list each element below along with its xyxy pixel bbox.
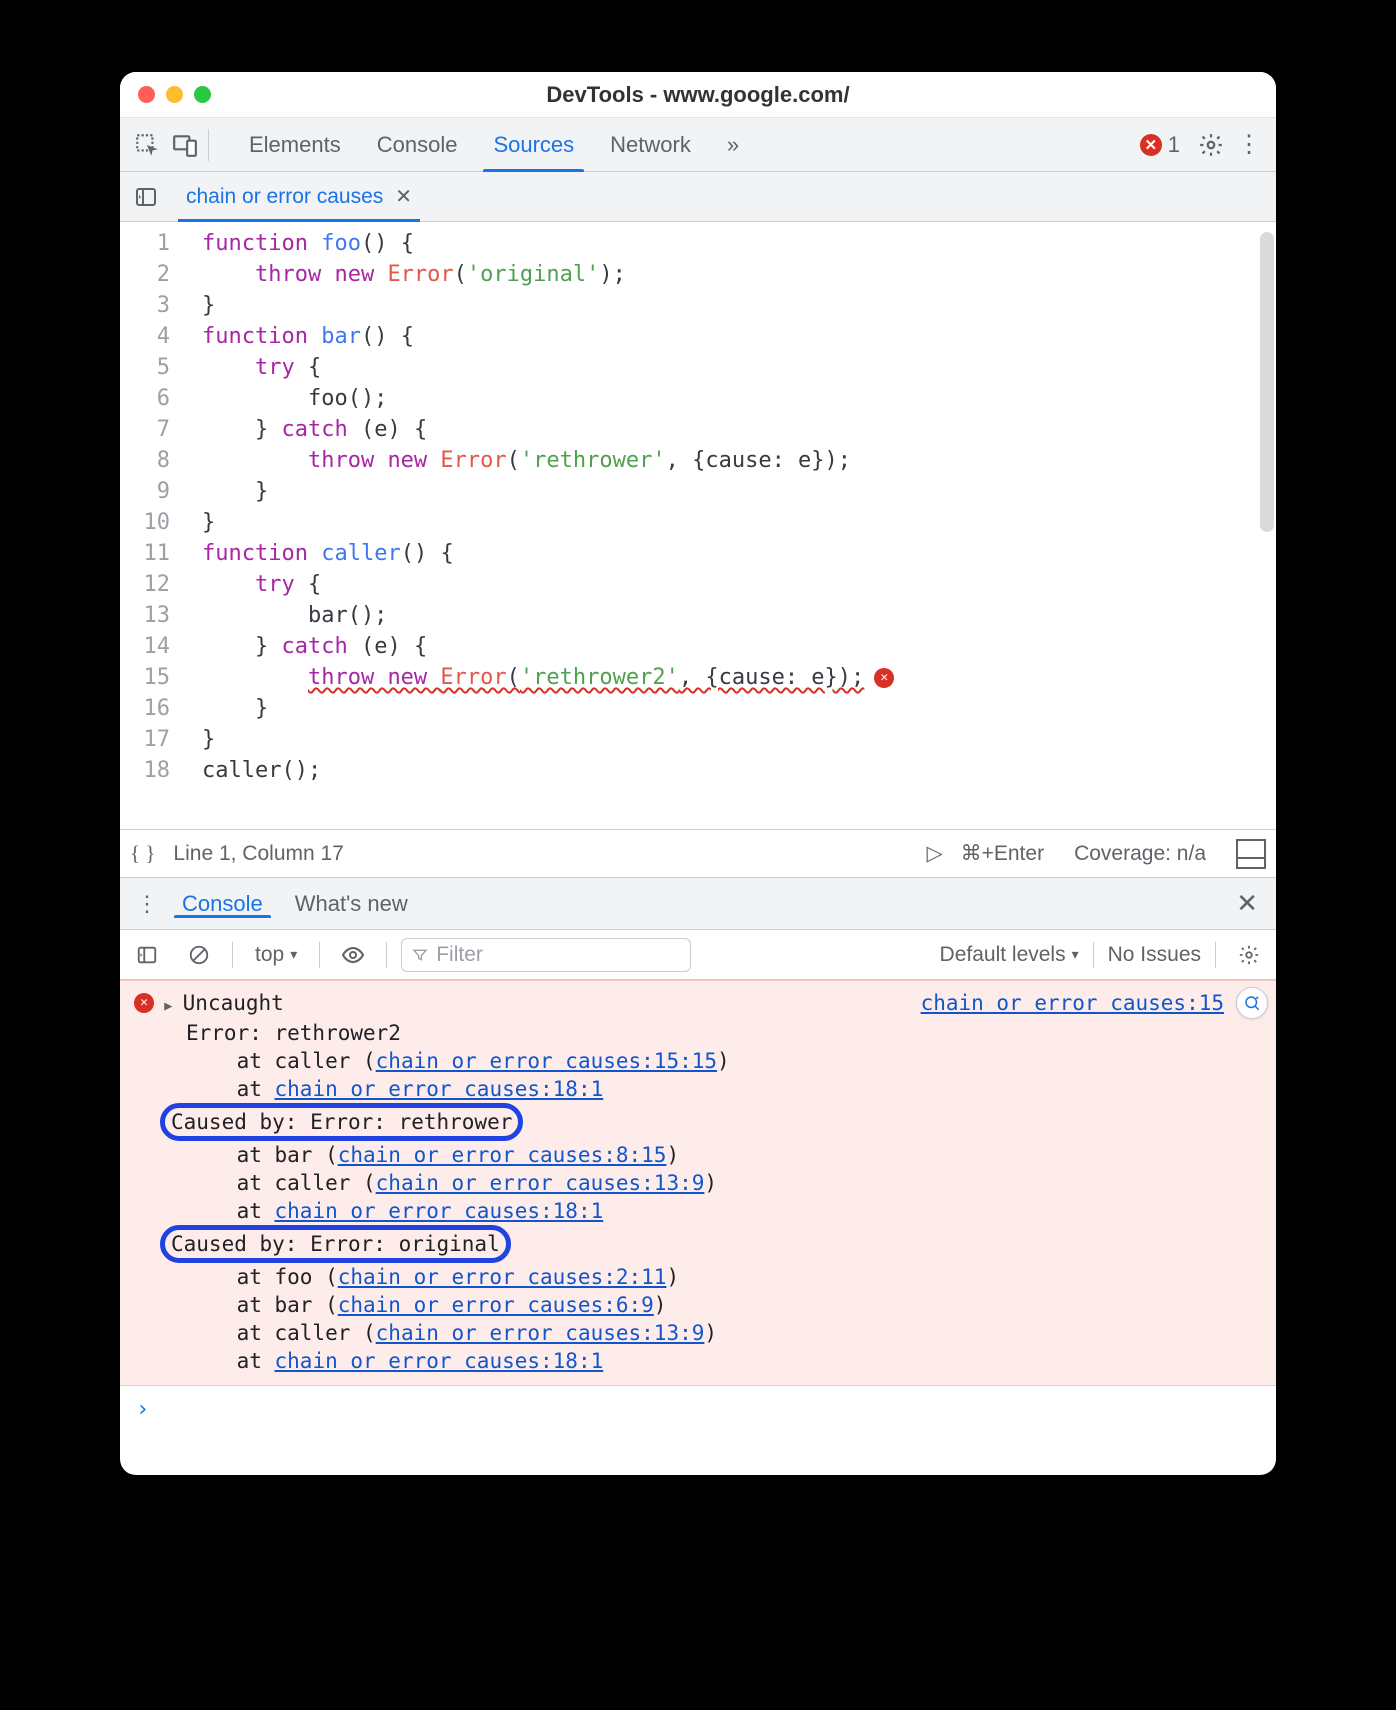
console-output: chain or error causes:15 ✕ ▸ Uncaught Er…: [120, 980, 1276, 1475]
error-count: 1: [1168, 132, 1180, 158]
inline-error-icon[interactable]: ✕: [874, 668, 894, 688]
tab-label: What's new: [295, 891, 408, 917]
devtools-window: DevTools - www.google.com/ Elements Cons…: [120, 72, 1276, 1475]
device-toolbar-icon[interactable]: [166, 126, 204, 164]
tab-label: Console: [377, 132, 458, 158]
separator: [1215, 942, 1216, 968]
drawer-tabs: ⋮ Console What's new ✕: [120, 878, 1276, 930]
navigator-toggle-icon[interactable]: [128, 179, 164, 215]
line-number-gutter: 123456789101112131415161718: [120, 222, 180, 829]
traffic-lights: [138, 86, 211, 103]
sidebar-toggle-icon[interactable]: [1236, 839, 1266, 869]
window-title: DevTools - www.google.com/: [120, 82, 1276, 108]
tab-sources[interactable]: Sources: [475, 118, 592, 171]
stack-frame-link[interactable]: chain or error causes:13:9: [376, 1171, 705, 1195]
live-expression-icon[interactable]: [334, 936, 372, 974]
drawer-tab-console[interactable]: Console: [166, 891, 279, 917]
log-levels-selector[interactable]: Default levels ▾: [940, 943, 1079, 967]
stack-frame-link[interactable]: chain or error causes:18:1: [275, 1199, 604, 1223]
tab-label: Network: [610, 132, 691, 158]
console-filter-input[interactable]: Filter: [401, 938, 691, 972]
separator: [1093, 942, 1094, 968]
issues-link[interactable]: No Issues: [1108, 943, 1201, 967]
expand-triangle-icon[interactable]: ▸: [162, 991, 175, 1019]
run-shortcut-hint: ⌘+Enter: [961, 841, 1044, 866]
execution-context-selector[interactable]: top ▾: [247, 943, 305, 967]
error-source-link[interactable]: chain or error causes:15: [921, 989, 1224, 1017]
tab-console[interactable]: Console: [359, 118, 476, 171]
zoom-window-button[interactable]: [194, 86, 211, 103]
tab-label: Elements: [249, 132, 341, 158]
chevrons-icon: »: [727, 132, 739, 158]
error-header-text: Uncaught: [183, 989, 284, 1017]
tab-network[interactable]: Network: [592, 118, 709, 171]
editor-status-bar: { } Line 1, Column 17 ▷ ⌘+Enter Coverage…: [120, 830, 1276, 878]
filter-icon: [412, 947, 428, 963]
tab-elements[interactable]: Elements: [231, 118, 359, 171]
editor-scrollbar[interactable]: [1260, 232, 1274, 532]
levels-label: Default levels: [940, 943, 1066, 967]
console-prompt[interactable]: ›: [120, 1386, 1276, 1434]
stack-trace: Error: rethrower2 at caller (chain or er…: [134, 1019, 1262, 1375]
error-count-badge[interactable]: ✕ 1: [1140, 132, 1180, 158]
stack-frame-link[interactable]: chain or error causes:8:15: [338, 1143, 667, 1167]
error-icon: ✕: [1140, 134, 1162, 156]
console-settings-gear-icon[interactable]: [1230, 936, 1268, 974]
code-editor[interactable]: 123456789101112131415161718 function foo…: [120, 222, 1276, 830]
panel-tabs: Elements Console Sources Network »: [231, 118, 757, 171]
settings-gear-icon[interactable]: [1192, 126, 1230, 164]
context-label: top: [255, 943, 284, 967]
drawer-close-icon[interactable]: ✕: [1226, 888, 1268, 919]
console-sidebar-toggle-icon[interactable]: [128, 936, 166, 974]
filter-placeholder: Filter: [436, 943, 483, 967]
window-titlebar: DevTools - www.google.com/: [120, 72, 1276, 118]
code-content[interactable]: function foo() { throw new Error('origin…: [180, 222, 894, 829]
stack-frame-link[interactable]: chain or error causes:2:11: [338, 1265, 667, 1289]
ai-explain-icon[interactable]: [1236, 987, 1268, 1019]
more-menu-icon[interactable]: ⋮: [1230, 126, 1268, 164]
separator: [232, 942, 233, 968]
chevron-down-icon: ▾: [290, 946, 297, 963]
drawer-tab-whatsnew[interactable]: What's new: [279, 891, 424, 917]
minimize-window-button[interactable]: [166, 86, 183, 103]
stack-frame-link[interactable]: chain or error causes:18:1: [275, 1349, 604, 1373]
inspect-element-icon[interactable]: [128, 126, 166, 164]
console-toolbar: top ▾ Filter Default levels ▾ No Issues: [120, 930, 1276, 980]
pretty-print-icon[interactable]: { }: [130, 841, 155, 866]
main-toolbar: Elements Console Sources Network » ✕ 1 ⋮: [120, 118, 1276, 172]
error-icon: ✕: [134, 993, 154, 1013]
stack-frame-link[interactable]: chain or error causes:6:9: [338, 1293, 654, 1317]
close-tab-icon[interactable]: ✕: [395, 184, 412, 209]
file-tab-name: chain or error causes: [186, 185, 383, 209]
cursor-position: Line 1, Column 17: [173, 842, 343, 866]
file-tab[interactable]: chain or error causes ✕: [174, 172, 424, 221]
stack-frame-link[interactable]: chain or error causes:13:9: [376, 1321, 705, 1345]
tab-label: Console: [182, 891, 263, 917]
separator: [386, 942, 387, 968]
drawer-more-icon[interactable]: ⋮: [128, 891, 166, 917]
console-error-message[interactable]: chain or error causes:15 ✕ ▸ Uncaught Er…: [120, 980, 1276, 1386]
stack-frame-link[interactable]: chain or error causes:18:1: [275, 1077, 604, 1101]
chevron-down-icon: ▾: [1072, 946, 1079, 963]
tab-label: Sources: [493, 132, 574, 158]
separator: [319, 942, 320, 968]
separator: [208, 129, 209, 161]
tabs-overflow-button[interactable]: »: [709, 118, 757, 171]
coverage-status: Coverage: n/a: [1074, 842, 1206, 866]
clear-console-icon[interactable]: [180, 936, 218, 974]
close-window-button[interactable]: [138, 86, 155, 103]
stack-frame-link[interactable]: chain or error causes:15:15: [376, 1049, 717, 1073]
file-tab-row: chain or error causes ✕: [120, 172, 1276, 222]
run-icon[interactable]: ▷: [926, 841, 942, 866]
